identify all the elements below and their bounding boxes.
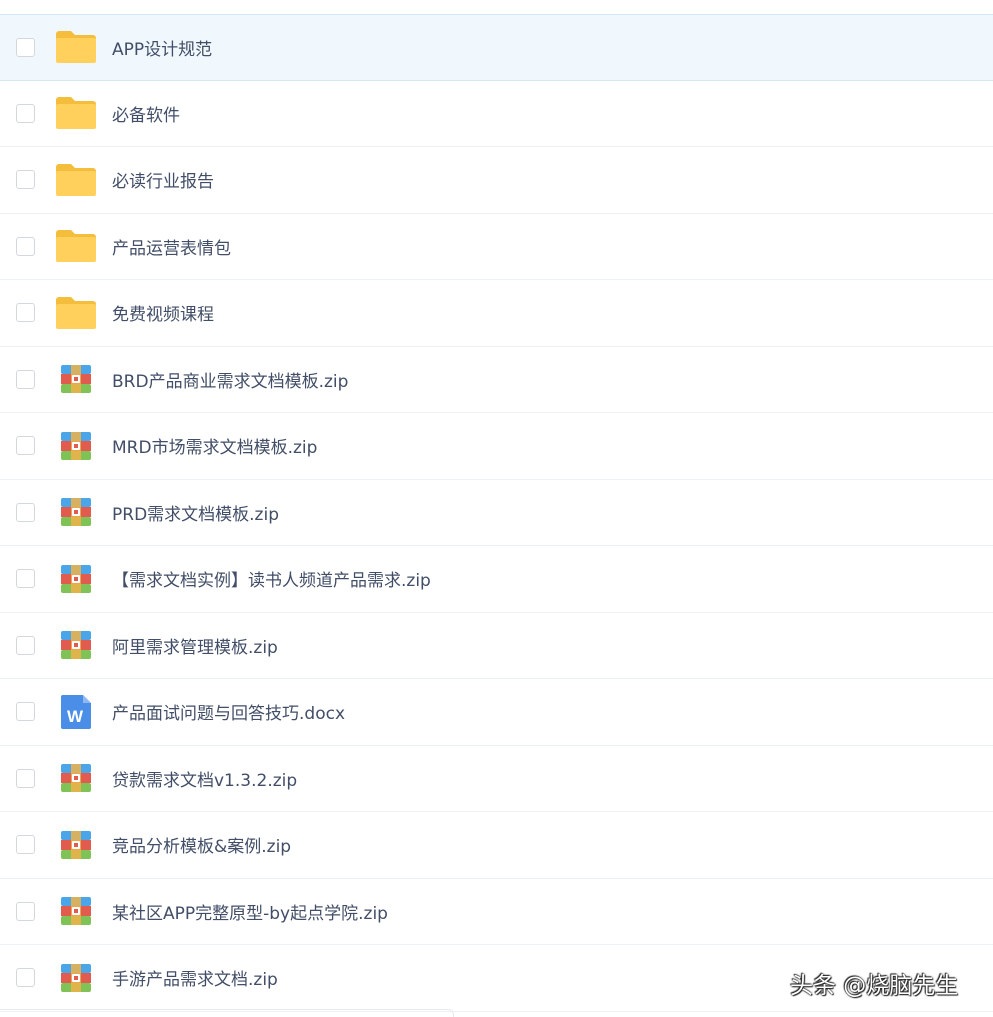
file-list: APP设计规范 必备软件 必读行业报告 产品运营表情包 免费视频课程 BRD产品…	[0, 14, 993, 1012]
file-name[interactable]: 产品面试问题与回答技巧.docx	[112, 699, 345, 724]
row-checkbox[interactable]	[16, 968, 35, 988]
row-checkbox[interactable]	[16, 236, 35, 256]
folder-icon	[55, 161, 97, 199]
list-item[interactable]: 【需求文档实例】读书人频道产品需求.zip	[0, 546, 993, 613]
zip-archive-icon	[55, 360, 97, 398]
row-checkbox[interactable]	[16, 170, 35, 190]
zip-archive-icon	[55, 892, 97, 930]
file-name[interactable]: 贷款需求文档v1.3.2.zip	[112, 766, 297, 791]
bottom-panel-edge	[0, 1009, 454, 1017]
row-checkbox[interactable]	[16, 635, 35, 655]
row-checkbox[interactable]	[16, 37, 35, 57]
file-name[interactable]: 阿里需求管理模板.zip	[112, 633, 278, 658]
zip-archive-icon	[55, 759, 97, 797]
file-name[interactable]: PRD需求文档模板.zip	[112, 500, 279, 525]
file-name[interactable]: MRD市场需求文档模板.zip	[112, 433, 317, 458]
file-name[interactable]: 竞品分析模板&案例.zip	[112, 832, 291, 857]
file-name[interactable]: BRD产品商业需求文档模板.zip	[112, 367, 348, 392]
file-name[interactable]: 免费视频课程	[112, 300, 214, 325]
row-checkbox[interactable]	[16, 103, 35, 123]
file-name[interactable]: 某社区APP完整原型-by起点学院.zip	[112, 899, 388, 924]
file-name[interactable]: 必备软件	[112, 101, 180, 126]
zip-archive-icon	[55, 959, 97, 997]
file-name[interactable]: 【需求文档实例】读书人频道产品需求.zip	[112, 566, 431, 591]
list-item[interactable]: 必备软件	[0, 81, 993, 147]
row-checkbox[interactable]	[16, 502, 35, 522]
list-item[interactable]: 阿里需求管理模板.zip	[0, 613, 993, 679]
file-name[interactable]: 手游产品需求文档.zip	[112, 965, 278, 990]
list-item[interactable]: MRD市场需求文档模板.zip	[0, 413, 993, 480]
row-checkbox[interactable]	[16, 569, 35, 589]
zip-archive-icon	[55, 493, 97, 531]
svg-text:W: W	[67, 707, 84, 726]
folder-icon	[55, 28, 97, 66]
zip-archive-icon	[55, 560, 97, 598]
file-name[interactable]: 必读行业报告	[112, 167, 214, 192]
row-checkbox[interactable]	[16, 901, 35, 921]
list-item[interactable]: BRD产品商业需求文档模板.zip	[0, 347, 993, 413]
folder-icon	[55, 227, 97, 265]
row-checkbox[interactable]	[16, 768, 35, 788]
list-item[interactable]: APP设计规范	[0, 14, 993, 81]
row-checkbox[interactable]	[16, 303, 35, 323]
file-name[interactable]: APP设计规范	[112, 35, 212, 60]
zip-archive-icon	[55, 826, 97, 864]
list-item[interactable]: W 产品面试问题与回答技巧.docx	[0, 679, 993, 746]
file-name[interactable]: 产品运营表情包	[112, 234, 231, 259]
folder-icon	[55, 94, 97, 132]
zip-archive-icon	[55, 626, 97, 664]
list-item[interactable]: 必读行业报告	[0, 147, 993, 214]
list-item[interactable]: 某社区APP完整原型-by起点学院.zip	[0, 879, 993, 945]
zip-archive-icon	[55, 427, 97, 465]
list-item[interactable]: 免费视频课程	[0, 280, 993, 347]
list-item[interactable]: 贷款需求文档v1.3.2.zip	[0, 746, 993, 812]
word-document-icon: W	[55, 693, 97, 731]
row-checkbox[interactable]	[16, 369, 35, 389]
list-item[interactable]: 产品运营表情包	[0, 214, 993, 280]
list-item[interactable]: 竞品分析模板&案例.zip	[0, 812, 993, 879]
watermark: 头条 @烧脑先生	[790, 973, 959, 999]
row-checkbox[interactable]	[16, 702, 35, 722]
folder-icon	[55, 294, 97, 332]
row-checkbox[interactable]	[16, 835, 35, 855]
row-checkbox[interactable]	[16, 436, 35, 456]
list-item[interactable]: PRD需求文档模板.zip	[0, 480, 993, 546]
